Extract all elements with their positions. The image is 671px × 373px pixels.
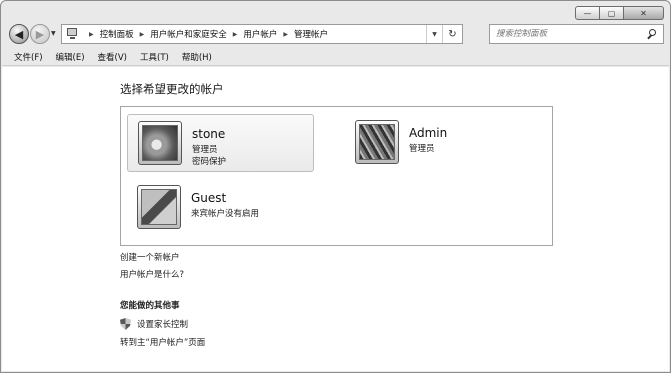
arrow-right-icon: ▶ — [35, 27, 45, 41]
address-dropdown-button[interactable]: ▼ — [426, 25, 442, 43]
flower-picture — [142, 125, 178, 161]
forward-button[interactable]: ▶ — [30, 24, 50, 44]
avatar — [138, 121, 182, 165]
page-title: 选择希望更改的帐户 — [120, 82, 224, 96]
breadcrumb-item[interactable]: 用户帐户 — [243, 28, 277, 40]
menu-edit[interactable]: 编辑(E) — [56, 51, 85, 63]
shield-icon — [120, 318, 131, 330]
account-info: Admin 管理员 — [409, 126, 447, 155]
close-icon: ✕ — [640, 8, 647, 18]
back-button[interactable]: ◀ — [9, 24, 29, 44]
address-bar[interactable]: ▶ 控制面板 ▶ 用户帐户和家庭安全 ▶ 用户帐户 ▶ 管理帐户 ▼ ↻ — [61, 24, 463, 44]
parental-controls-link[interactable]: 设置家长控制 — [120, 318, 188, 330]
arrow-left-icon: ◀ — [14, 27, 24, 41]
refresh-button[interactable]: ↻ — [442, 25, 462, 43]
account-status: 密码保护 — [192, 157, 227, 167]
search-input[interactable] — [496, 29, 645, 39]
chess-picture — [141, 189, 177, 225]
search-icon[interactable] — [645, 27, 659, 41]
fabric-picture — [359, 124, 395, 160]
account-status: 来宾帐户没有启用 — [191, 209, 260, 219]
chevron-right-icon[interactable]: ▶ — [89, 31, 94, 38]
chevron-down-icon: ▼ — [432, 30, 437, 38]
refresh-icon: ↻ — [448, 28, 457, 40]
breadcrumb-item[interactable]: 用户帐户和家庭安全 — [150, 28, 227, 40]
minimize-icon: — — [583, 8, 592, 18]
navigation-bar: ◀ ▶ ▼ ▶ 控制面板 ▶ 用户帐户和家庭安全 ▶ 用户帐户 ▶ 管理帐户 ▼… — [7, 23, 664, 45]
account-info: Guest 来宾帐户没有启用 — [191, 191, 259, 220]
chevron-right-icon[interactable]: ▶ — [233, 31, 238, 38]
breadcrumb-item[interactable]: 管理帐户 — [294, 28, 328, 40]
address-bar-controls: ▼ ↻ — [426, 25, 462, 43]
account-list: stone 管理员 密码保护 Admin 管理员 Guest 来宾帐户没有启用 — [120, 106, 553, 246]
menu-file[interactable]: 文件(F) — [14, 51, 43, 63]
avatar — [137, 185, 181, 229]
menu-bar: 文件(F) 编辑(E) 查看(V) 工具(T) 帮助(H) — [2, 49, 669, 66]
breadcrumb-item[interactable]: 控制面板 — [100, 28, 134, 40]
recent-pages-dropdown[interactable]: ▼ — [51, 30, 56, 37]
minimize-button[interactable]: — — [575, 6, 600, 20]
user-accounts-home-link[interactable]: 转到主“用户帐户”页面 — [120, 336, 205, 348]
caption-buttons: — ▢ ✕ — [575, 6, 664, 20]
maximize-icon: ▢ — [607, 8, 616, 18]
menu-tools[interactable]: 工具(T) — [140, 51, 169, 63]
account-tile-guest[interactable]: Guest 来宾帐户没有启用 — [137, 185, 317, 235]
breadcrumb: ▶ 控制面板 ▶ 用户帐户和家庭安全 ▶ 用户帐户 ▶ 管理帐户 — [83, 28, 328, 40]
what-is-account-link[interactable]: 用户帐户是什么? — [120, 268, 184, 280]
avatar — [355, 120, 399, 164]
account-tile-admin[interactable]: Admin 管理员 — [355, 120, 535, 170]
account-info: stone 管理员 密码保护 — [192, 127, 226, 168]
account-type: 管理员 — [192, 145, 218, 155]
task-label: 设置家长控制 — [137, 320, 189, 330]
menu-help[interactable]: 帮助(H) — [182, 51, 212, 63]
task-label: 转到主“用户帐户”页面 — [120, 338, 206, 348]
chevron-right-icon[interactable]: ▶ — [283, 31, 288, 38]
content-area: 选择希望更改的帐户 stone 管理员 密码保护 Admin 管理员 Guest… — [2, 67, 669, 371]
maximize-button[interactable]: ▢ — [600, 6, 624, 20]
search-box[interactable] — [489, 24, 664, 44]
close-button[interactable]: ✕ — [624, 6, 664, 20]
chevron-right-icon[interactable]: ▶ — [140, 31, 145, 38]
account-name: Guest — [191, 191, 227, 205]
window: — ▢ ✕ ◀ ▶ ▼ ▶ 控制面板 ▶ 用户帐户和家庭安全 ▶ 用户帐户 ▶ … — [0, 0, 671, 373]
create-account-link[interactable]: 创建一个新帐户 — [120, 251, 180, 263]
control-panel-icon — [65, 27, 81, 41]
account-name: stone — [192, 127, 226, 141]
account-type: 管理员 — [409, 144, 435, 154]
account-tile-stone[interactable]: stone 管理员 密码保护 — [127, 114, 314, 172]
menu-view[interactable]: 查看(V) — [98, 51, 127, 63]
section-title: 您能做的其他事 — [120, 301, 180, 311]
account-name: Admin — [409, 126, 448, 140]
